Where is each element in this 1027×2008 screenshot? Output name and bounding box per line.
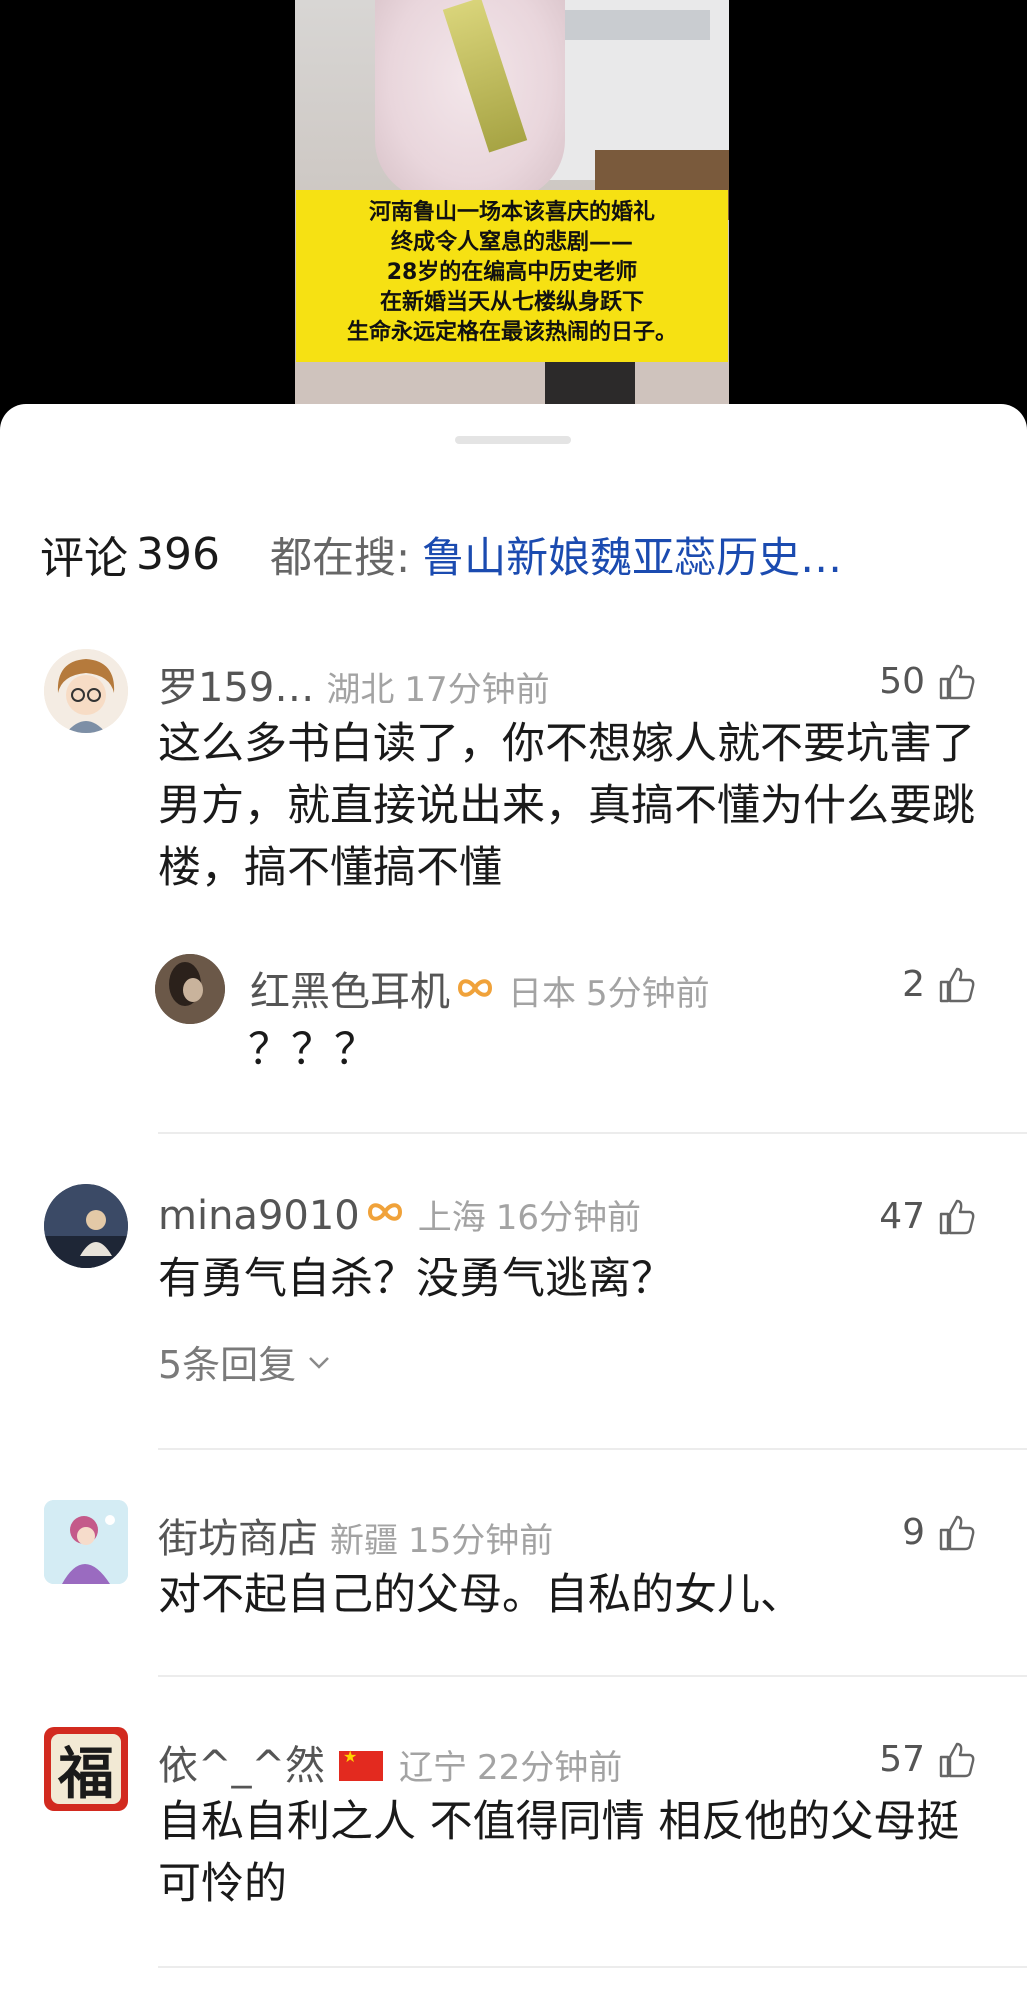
avatar-photo-icon: [44, 1184, 128, 1268]
comment-meta: 街坊商店 新疆 15分钟前: [158, 1506, 553, 1564]
trending-search-link[interactable]: 鲁山新娘魏亚蕊历史…: [422, 524, 842, 585]
replies-count: 5条回复: [158, 1343, 297, 1387]
thumbs-up-icon: [939, 1742, 975, 1777]
video-caption: 河南鲁山一场本该喜庆的婚礼 终成令人窒息的悲剧—— 28岁的在编高中历史老师 在…: [296, 190, 728, 362]
comment-meta: 依^_^然 辽宁 22分钟前: [158, 1733, 622, 1791]
divider: [158, 1675, 1027, 1677]
drag-handle[interactable]: [455, 436, 571, 444]
infinity-badge-icon: [364, 1195, 406, 1229]
avatar[interactable]: [44, 1500, 128, 1584]
avatar[interactable]: [44, 1184, 128, 1268]
username[interactable]: 罗159…: [158, 655, 314, 713]
reply-like-count: 2: [902, 964, 925, 1005]
timestamp: 15分钟前: [408, 1521, 554, 1561]
like-button[interactable]: 47: [879, 1196, 977, 1237]
view-replies-button[interactable]: 5条回复: [158, 1334, 334, 1389]
comment-sheet: 评论 396 都在搜: 鲁山新娘魏亚蕊历史… 罗159… 湖北 17分钟前 50: [0, 404, 1027, 2008]
like-button[interactable]: 9: [902, 1512, 977, 1553]
reply-avatar[interactable]: [155, 954, 225, 1024]
comment-text: 这么多书白读了，你不想嫁人就不要坑害了男方，就直接说出来，真搞不懂为什么要跳楼，…: [158, 719, 975, 893]
timestamp: 22分钟前: [477, 1748, 623, 1788]
avatar[interactable]: 福: [44, 1727, 128, 1811]
like-button[interactable]: 50: [879, 661, 977, 702]
trending-search-label: 都在搜:: [269, 532, 411, 582]
like-count: 47: [879, 1196, 925, 1237]
video-player[interactable]: 河南鲁山一场本该喜庆的婚礼 终成令人窒息的悲剧—— 28岁的在编高中历史老师 在…: [0, 0, 1027, 420]
thumbs-up-icon: [939, 967, 975, 1002]
comments-count: 396: [136, 528, 220, 580]
location: 湖北: [326, 670, 395, 710]
avatar[interactable]: [44, 649, 128, 733]
comment-meta: 罗159… 湖北 17分钟前: [158, 655, 550, 713]
comment-meta: mina9010 上海 16分钟前: [158, 1190, 641, 1239]
username[interactable]: 街坊商店: [158, 1506, 318, 1564]
reply-username[interactable]: 红黑色耳机: [250, 959, 450, 1017]
fu-character-avatar: 福: [51, 1734, 121, 1807]
comment-text: 自私自利之人 不值得同情 相反他的父母挺可怜的: [158, 1797, 960, 1909]
video-wall-stripe: [560, 10, 710, 40]
location: 上海: [417, 1198, 486, 1238]
location: 新疆: [330, 1521, 398, 1561]
like-button[interactable]: 57: [879, 1739, 977, 1780]
comments-header: 评论 396 都在搜: 鲁山新娘魏亚蕊历史…: [40, 524, 842, 585]
avatar-anime-icon: [44, 1500, 128, 1584]
username[interactable]: mina9010: [158, 1193, 360, 1239]
comments-title: 评论: [40, 533, 128, 584]
caption-line: 28岁的在编高中历史老师: [386, 260, 638, 285]
infinity-badge-icon: [454, 971, 496, 1005]
avatar-cartoon-girl-icon: [44, 649, 128, 733]
like-count: 50: [879, 661, 925, 702]
username[interactable]: 依^_^然: [158, 1733, 325, 1791]
timestamp: 17分钟前: [404, 670, 550, 710]
reply-timestamp: 5分钟前: [586, 974, 710, 1014]
caption-line: 在新婚当天从七楼纵身跃下: [379, 290, 644, 315]
avatar-photo-icon: [155, 954, 225, 1024]
reply-like-button[interactable]: 2: [902, 964, 977, 1005]
china-flag-icon: [339, 1747, 384, 1781]
divider: [158, 1966, 1027, 1968]
comment-text: 有勇气自杀？没勇气逃离？: [158, 1254, 674, 1304]
location: 辽宁: [399, 1748, 468, 1788]
caption-line: 生命永远定格在最该热闹的日子。: [346, 320, 677, 345]
thumbs-up-icon: [939, 1199, 975, 1234]
like-count: 57: [879, 1739, 925, 1780]
reply-meta: 红黑色耳机 日本 5分钟前: [250, 959, 710, 1017]
timestamp: 16分钟前: [495, 1198, 642, 1238]
divider: [158, 1448, 1027, 1450]
caption-line: 终成令人窒息的悲剧——: [390, 230, 633, 255]
like-count: 9: [902, 1512, 925, 1553]
caption-line: 河南鲁山一场本该喜庆的婚礼: [368, 200, 655, 225]
reply-text: ？？？: [248, 1025, 377, 1075]
divider: [158, 1132, 1027, 1134]
comment-text: 对不起自己的父母。自私的女儿、: [158, 1570, 803, 1620]
thumbs-up-icon: [939, 1515, 975, 1550]
chevron-down-icon: [309, 1356, 330, 1369]
thumbs-up-icon: [939, 664, 975, 699]
reply-location: 日本: [508, 974, 576, 1014]
